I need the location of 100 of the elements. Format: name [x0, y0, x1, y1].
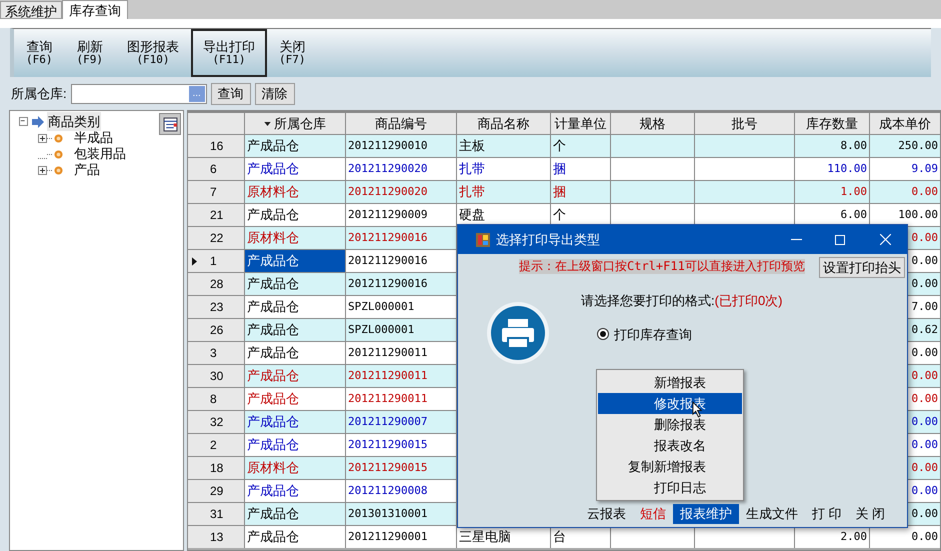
row-header[interactable]: 3 — [188, 342, 244, 364]
row-header[interactable]: 7 — [188, 181, 244, 203]
app-icon — [476, 232, 490, 246]
row-header[interactable]: 22 — [188, 227, 244, 249]
tab[interactable]: 系统维护 — [0, 1, 62, 19]
dialog-button[interactable]: 云报表 — [580, 504, 633, 524]
row-header[interactable]: 16 — [188, 135, 244, 157]
row-header[interactable]: 23 — [188, 296, 244, 318]
row-header[interactable]: 32 — [188, 411, 244, 433]
row-header[interactable]: 2 — [188, 434, 244, 456]
table-cell: 201211290015 — [346, 434, 456, 456]
column-header[interactable]: 库存数量 — [795, 113, 869, 134]
filter-button[interactable]: 清除 — [254, 83, 295, 105]
row-header[interactable]: 29 — [188, 480, 244, 502]
table-cell: 产成品仓 — [245, 319, 345, 341]
table-cell: 201211290010 — [346, 135, 456, 157]
row-header[interactable]: 6 — [188, 158, 244, 180]
expand-icon[interactable] — [38, 134, 47, 142]
table-cell: 个 — [551, 135, 610, 157]
print-header-button[interactable]: 设置打印抬头 — [819, 257, 905, 278]
radio-button[interactable] — [597, 328, 609, 340]
filter-button[interactable]: 查询 — [210, 83, 251, 105]
menu-item[interactable]: 打印日志 — [598, 477, 742, 498]
tree-item[interactable]: 商品类别 — [47, 112, 101, 132]
table-cell: 201211290011 — [346, 388, 456, 410]
dialog-button[interactable]: 短信 — [633, 504, 673, 524]
table-cell: 2.00 — [795, 526, 869, 548]
close-icon[interactable] — [880, 234, 891, 245]
row-header[interactable]: 28 — [188, 273, 244, 295]
table-cell: 原材料仓 — [245, 181, 345, 203]
tab[interactable]: 库存查询 — [62, 0, 128, 19]
column-header[interactable]: 商品名称 — [457, 113, 550, 134]
table-cell: 0.00 — [870, 526, 940, 548]
header-corner — [188, 113, 244, 134]
column-header[interactable]: 计量单位 — [551, 113, 610, 134]
row-header[interactable]: 21 — [188, 204, 244, 226]
node-icon — [54, 150, 63, 158]
column-header[interactable]: 批号 — [695, 113, 794, 134]
table-cell: 0.00 — [870, 181, 940, 203]
table-cell: 201211290016 — [346, 250, 456, 272]
row-header[interactable]: 18 — [188, 457, 244, 479]
menu-item[interactable]: 报表改名 — [598, 435, 742, 456]
dialog-button[interactable]: 报表维护 — [673, 504, 739, 524]
hint-text: 提示：在上级窗口按Ctrl+F11可以直接进入打印预览 — [519, 259, 805, 274]
node-icon — [54, 134, 63, 142]
column-header[interactable]: 规格 — [611, 113, 694, 134]
menu-item[interactable]: 新增报表 — [598, 372, 742, 393]
printer-icon — [486, 301, 550, 365]
toolbar-button[interactable]: 刷新 (F9) — [64, 29, 115, 77]
dialog-title: 选择打印导出类型 — [496, 230, 600, 249]
dropdown-icon[interactable] — [264, 122, 271, 126]
maximize-icon[interactable] — [835, 234, 845, 244]
toolbar-button[interactable]: 导出打印 (F11) — [191, 29, 267, 77]
table-cell: 201211290016 — [346, 273, 456, 295]
column-header[interactable]: 商品编号 — [346, 113, 456, 134]
table-cell: 产成品仓 — [245, 480, 345, 502]
menu-item[interactable]: 复制新增报表 — [598, 456, 742, 477]
table-cell: 9.09 — [870, 158, 940, 180]
toolbar-button[interactable]: 图形报表 (F10) — [115, 29, 191, 77]
table-cell: 产成品仓 — [245, 365, 345, 387]
table-cell: 8.00 — [795, 135, 869, 157]
node-icon — [54, 166, 63, 174]
table-cell: 主板 — [457, 135, 550, 157]
row-header[interactable]: 31 — [188, 503, 244, 525]
table-cell: 产成品仓 — [245, 342, 345, 364]
collapse-icon[interactable] — [19, 117, 28, 126]
table-cell: 产成品仓 — [245, 388, 345, 410]
dialog-button[interactable]: 生成文件 — [739, 504, 805, 524]
table-cell: 产成品仓 — [245, 434, 345, 456]
row-header[interactable]: 1 — [188, 250, 244, 272]
column-header[interactable]: 所属仓库 — [245, 113, 345, 134]
row-header[interactable]: 8 — [188, 388, 244, 410]
table-cell: 250.00 — [870, 135, 940, 157]
column-header[interactable]: 成本单价 — [870, 113, 940, 134]
table-cell: 110.00 — [795, 158, 869, 180]
table-cell: 100.00 — [870, 204, 940, 226]
table-cell: 原材料仓 — [245, 457, 345, 479]
table-cell: 201211290007 — [346, 411, 456, 433]
print-count: (已打印0次) — [714, 293, 783, 308]
row-header[interactable]: 30 — [188, 365, 244, 387]
table-cell: 硬盘 — [457, 204, 550, 226]
table-cell: 产成品仓 — [245, 411, 345, 433]
prompt-text: 请选择您要打印的格式: — [581, 293, 715, 308]
table-cell: 201211290001 — [346, 526, 456, 548]
table-cell: 扎带 — [457, 158, 550, 180]
table-cell: 个 — [551, 204, 610, 226]
expand-icon[interactable] — [38, 166, 47, 174]
table-cell: 捆 — [551, 181, 610, 203]
arrow-icon — [31, 114, 45, 128]
menu-item[interactable]: 删除报表 — [598, 414, 742, 435]
toolbar-button[interactable]: 查询 (F6) — [14, 29, 64, 77]
dialog-button[interactable]: 打 印 — [805, 504, 849, 524]
option-label[interactable]: 打印库存查询 — [614, 324, 692, 344]
row-header[interactable]: 26 — [188, 319, 244, 341]
layout-icon[interactable] — [159, 113, 181, 135]
toolbar-button[interactable]: 关闭 (F7) — [267, 29, 318, 77]
table-cell: 201211290009 — [346, 204, 456, 226]
field-label: 所属仓库: — [11, 85, 67, 104]
row-header[interactable]: 13 — [188, 526, 244, 548]
table-cell: 201211290020 — [346, 181, 456, 203]
